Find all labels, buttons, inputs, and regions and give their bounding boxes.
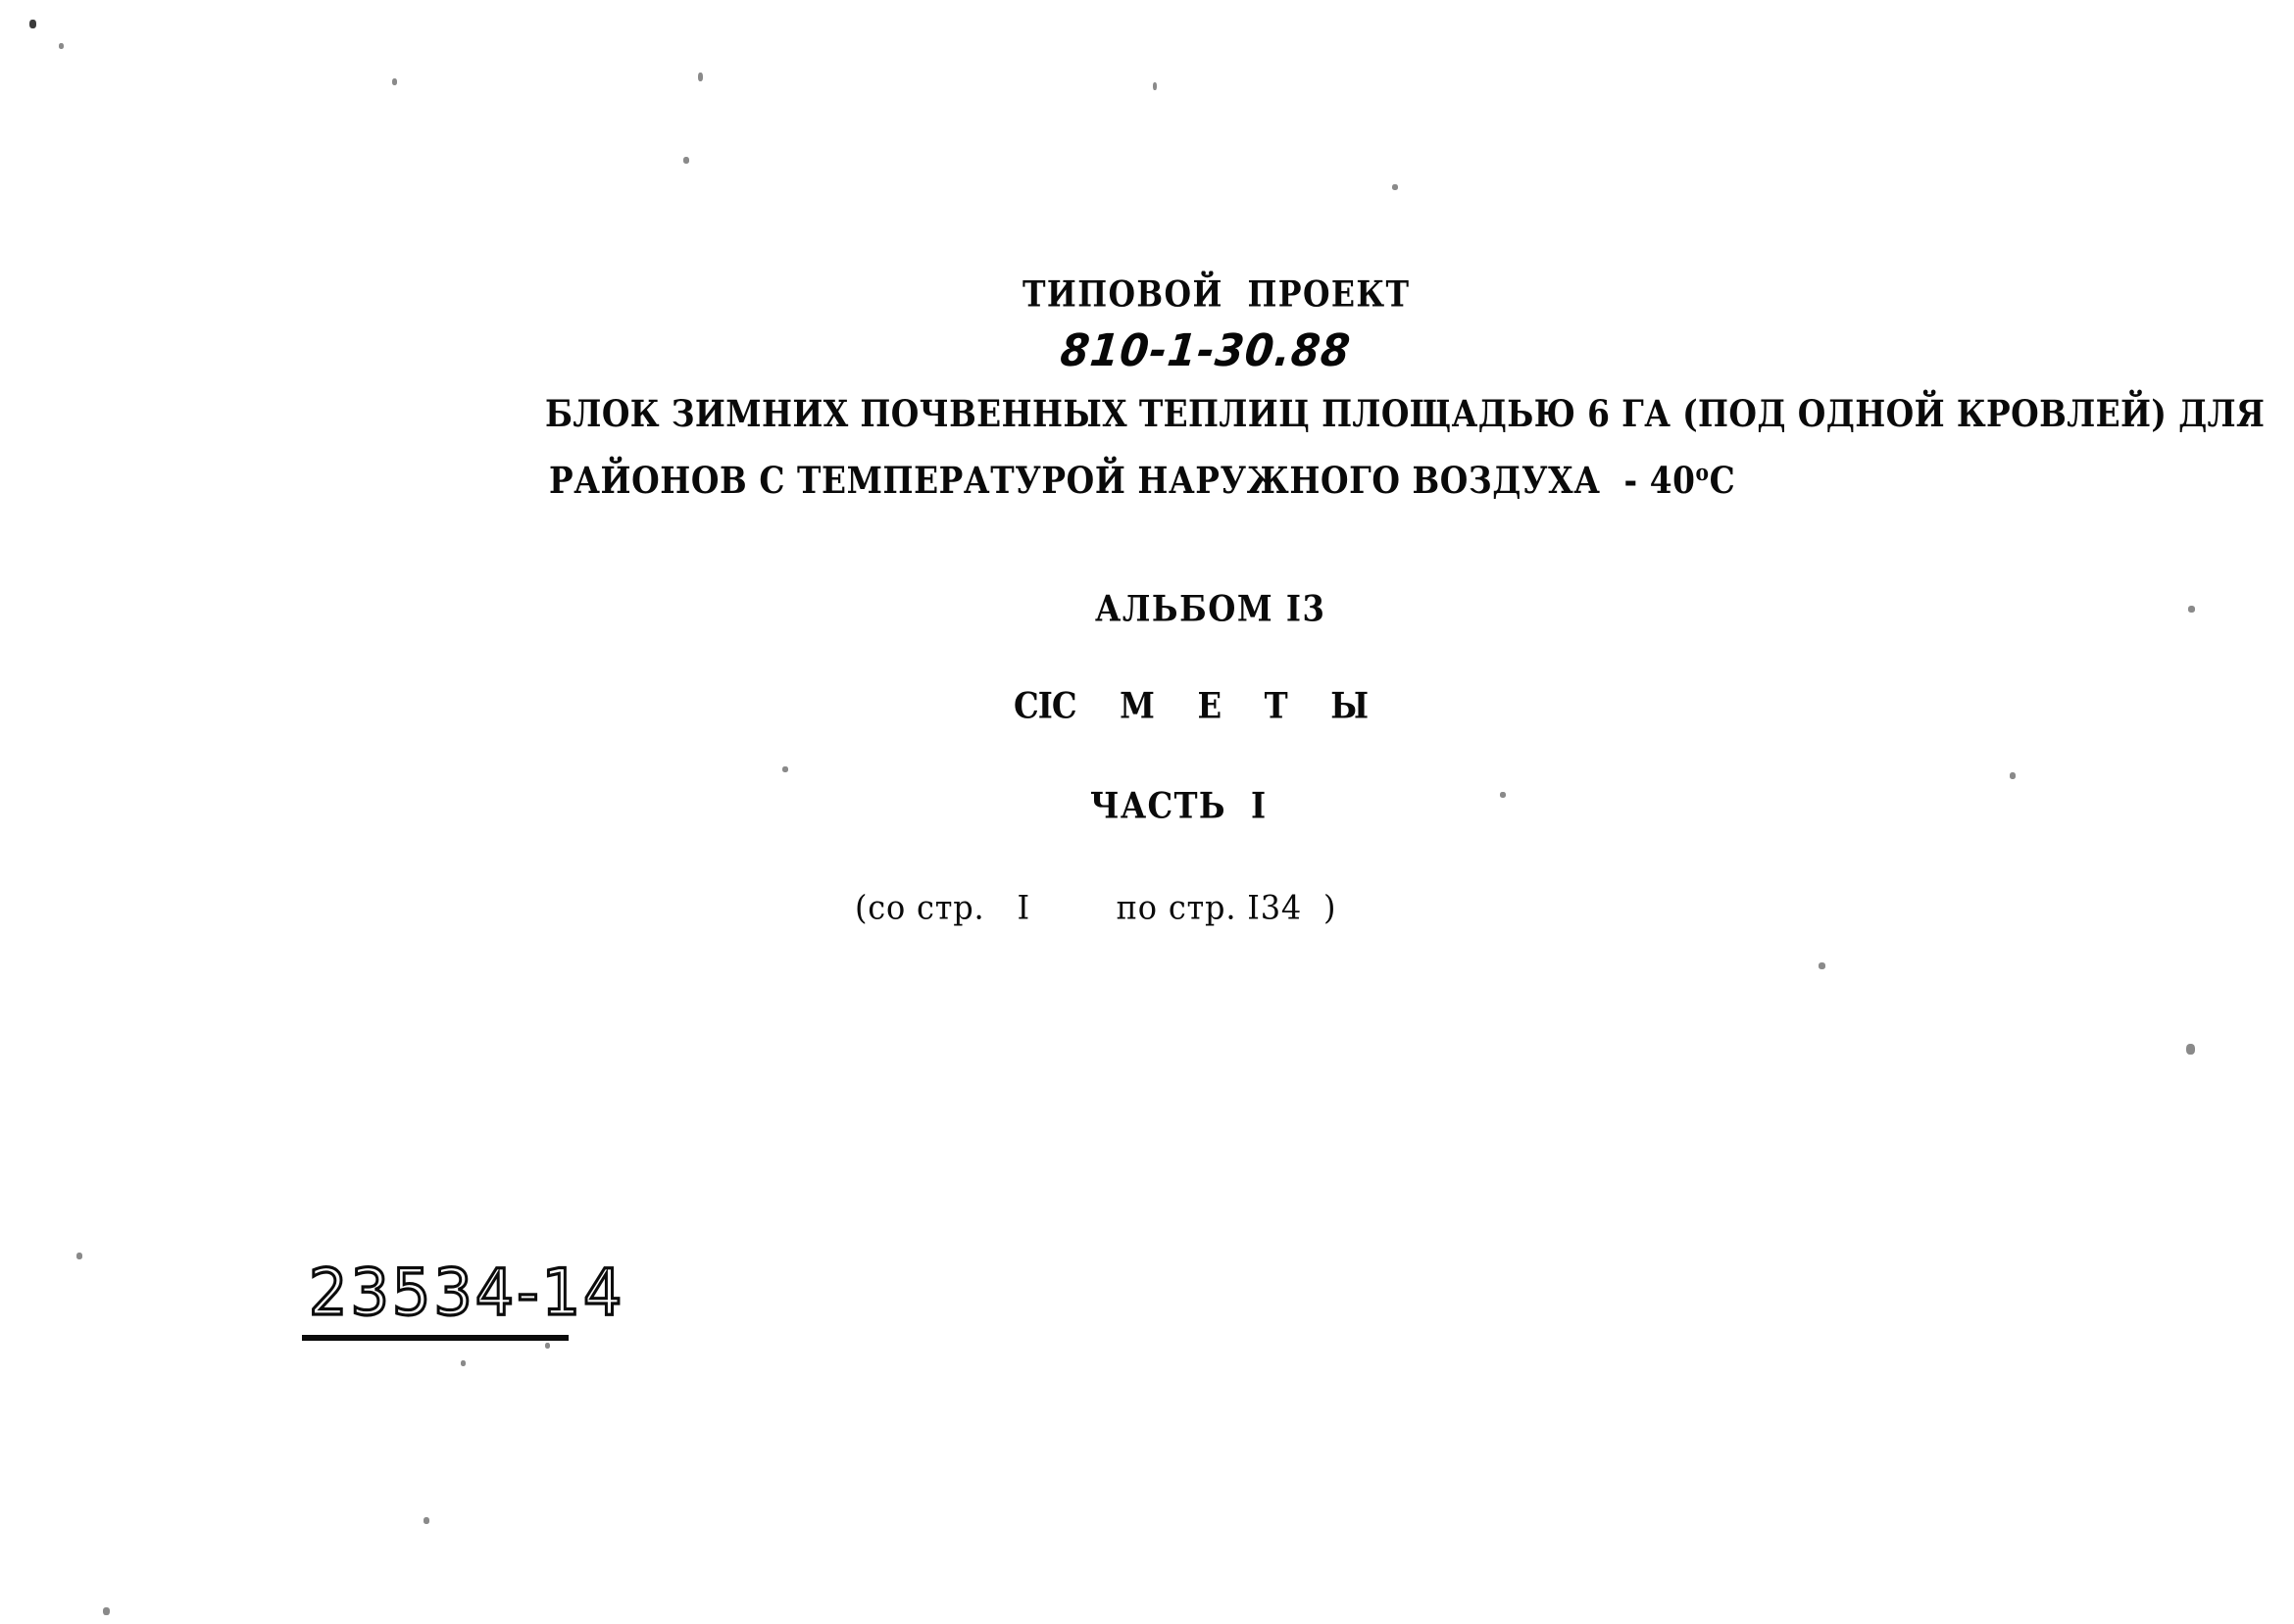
archive-underline — [302, 1335, 569, 1341]
scan-speck — [545, 1343, 550, 1349]
scan-speck — [1392, 184, 1398, 190]
scan-speck — [1153, 82, 1157, 90]
section-title: СIС М Е Т Ы — [1014, 689, 1384, 724]
scan-speck — [103, 1607, 110, 1615]
archive-stamp: 23534-14 — [302, 1255, 625, 1341]
temperature-text: РАЙОНОВ С ТЕМПЕРАТУРОЙ НАРУЖНОГО ВОЗДУХА… — [549, 460, 1696, 504]
celsius-letter: С — [1709, 460, 1736, 504]
degree-symbol: о — [1695, 459, 1710, 486]
scan-speck — [1500, 792, 1506, 798]
project-description-line-1: БЛОК ЗИМНИХ ПОЧВЕННЫХ ТЕПЛИЦ ПЛОЩАДЬЮ 6 … — [545, 393, 2266, 436]
scan-speck — [683, 157, 689, 164]
scan-speck — [392, 78, 397, 85]
scan-speck — [29, 20, 36, 28]
scan-speck — [782, 766, 788, 772]
scan-speck — [2186, 1044, 2195, 1055]
scan-speck — [1819, 962, 1825, 969]
scan-speck — [2010, 772, 2016, 779]
scan-speck — [2188, 606, 2195, 613]
project-number: 810-1-30.88 — [1058, 324, 1354, 376]
album-label: АЛЬБОМ I3 — [1095, 588, 1326, 631]
scanned-document-page: ТИПОВОЙ ПРОЕКТ 810-1-30.88 БЛОК ЗИМНИХ П… — [0, 0, 2294, 1624]
scan-speck — [76, 1253, 82, 1259]
scan-speck — [424, 1517, 429, 1524]
scan-speck — [698, 73, 703, 81]
scan-speck — [461, 1360, 466, 1366]
page-range-label: (со стр. I по стр. I34 ) — [855, 888, 1337, 927]
document-type-label: ТИПОВОЙ ПРОЕКТ — [1022, 273, 1411, 317]
project-description-line-2: РАЙОНОВ С ТЕМПЕРАТУРОЙ НАРУЖНОГО ВОЗДУХА… — [549, 461, 1735, 500]
section-title-text: С М Е Т Ы — [1051, 685, 1385, 728]
scan-speck — [59, 43, 64, 49]
section-code: СI — [1014, 685, 1053, 728]
archive-number: 23534-14 — [308, 1255, 625, 1330]
part-label: ЧАСТЬ I — [1090, 785, 1268, 828]
